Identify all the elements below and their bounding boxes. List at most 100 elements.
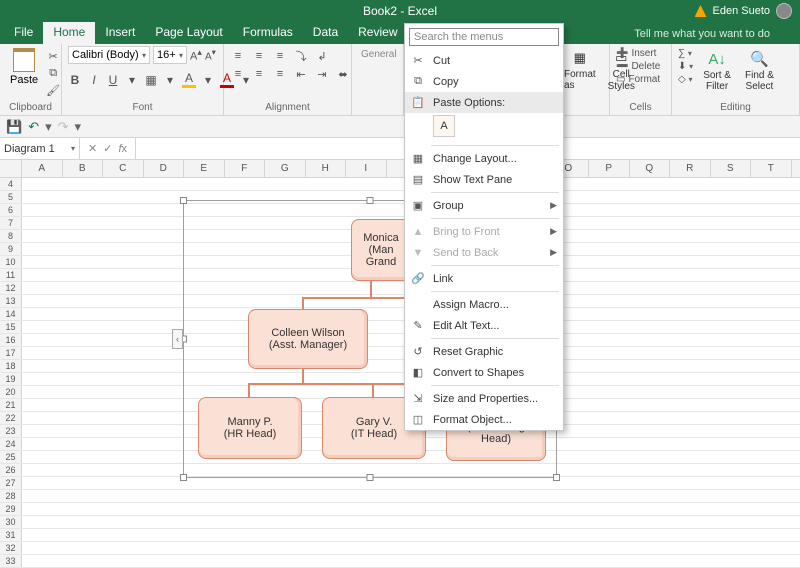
align-bottom-icon[interactable]: ≡	[272, 49, 288, 63]
row-header[interactable]: 7	[0, 217, 22, 229]
row-header[interactable]: 23	[0, 425, 22, 437]
column-header[interactable]: I	[346, 160, 387, 177]
fill-color-button[interactable]: A	[182, 71, 196, 88]
column-header[interactable]: R	[670, 160, 711, 177]
indent-inc-icon[interactable]: ⇥	[314, 67, 330, 81]
cancel-icon[interactable]: ✕	[88, 142, 97, 155]
find-select-button[interactable]: 🔍 Find & Select	[741, 46, 778, 94]
menu-change-layout[interactable]: ▦Change Layout...	[405, 148, 563, 169]
border-button[interactable]: ▦	[144, 73, 158, 87]
indent-dec-icon[interactable]: ⇤	[293, 67, 309, 81]
bold-button[interactable]: B	[68, 73, 82, 87]
align-top-icon[interactable]: ≡	[230, 49, 246, 63]
sort-filter-button[interactable]: A↓ Sort & Filter	[699, 46, 735, 94]
menu-convert-shapes[interactable]: ◧Convert to Shapes	[405, 362, 563, 383]
org-node-m1[interactable]: Colleen Wilson (Asst. Manager)	[248, 309, 368, 369]
row-header[interactable]: 10	[0, 256, 22, 268]
row-header[interactable]: 32	[0, 542, 22, 554]
column-header[interactable]: E	[184, 160, 225, 177]
user-area[interactable]: Eden Sueto	[695, 3, 793, 19]
format-cells-button[interactable]: ▭Format	[616, 74, 660, 85]
column-header[interactable]: B	[63, 160, 104, 177]
shrink-font-icon[interactable]: A▾	[205, 47, 216, 62]
row-header[interactable]: 27	[0, 477, 22, 489]
resize-handle[interactable]	[553, 474, 560, 481]
resize-handle[interactable]	[180, 197, 187, 204]
row-header[interactable]: 6	[0, 204, 22, 216]
align-center-icon[interactable]: ≡	[251, 67, 267, 81]
row-header[interactable]: 29	[0, 503, 22, 515]
column-header[interactable]: S	[711, 160, 752, 177]
tab-file[interactable]: File	[4, 21, 43, 44]
avatar[interactable]	[776, 3, 792, 19]
row-header[interactable]: 4	[0, 178, 22, 190]
clear-button[interactable]: ◇ ▾	[678, 74, 693, 85]
row-header[interactable]: 26	[0, 464, 22, 476]
paste-button[interactable]: Paste	[6, 46, 42, 88]
row-header[interactable]: 15	[0, 321, 22, 333]
row-header[interactable]: 20	[0, 386, 22, 398]
resize-handle[interactable]	[367, 474, 374, 481]
menu-assign-macro[interactable]: Assign Macro...	[405, 294, 563, 315]
menu-edit-alt-text[interactable]: ✎Edit Alt Text...	[405, 315, 563, 336]
save-icon[interactable]: 💾	[6, 119, 22, 135]
tab-insert[interactable]: Insert	[95, 21, 145, 44]
cut-icon[interactable]: ✂	[46, 49, 60, 63]
row-header[interactable]: 17	[0, 347, 22, 359]
menu-copy[interactable]: ⧉Copy	[405, 71, 563, 92]
paste-option-keep[interactable]: A	[433, 115, 455, 137]
row-header[interactable]: 21	[0, 399, 22, 411]
menu-search[interactable]: Search the menus	[409, 28, 559, 46]
text-pane-toggle[interactable]: ‹	[172, 329, 183, 349]
column-header[interactable]: C	[103, 160, 144, 177]
italic-button[interactable]: I	[87, 73, 101, 87]
underline-button[interactable]: U	[106, 73, 120, 87]
tab-review[interactable]: Review	[348, 21, 407, 44]
name-box[interactable]: Diagram 1▾	[0, 138, 80, 159]
fill-menu[interactable]: ▾	[201, 73, 215, 87]
column-header[interactable]: F	[225, 160, 266, 177]
resize-handle[interactable]	[180, 474, 187, 481]
wrap-text-icon[interactable]: ↲	[314, 49, 330, 63]
border-menu[interactable]: ▾	[163, 73, 177, 87]
row-header[interactable]: 16	[0, 334, 22, 346]
copy-icon[interactable]: ⧉	[46, 66, 60, 80]
menu-format-object[interactable]: ◫Format Object...	[405, 409, 563, 430]
align-right-icon[interactable]: ≡	[272, 67, 288, 81]
tab-home[interactable]: Home	[43, 21, 95, 44]
column-header[interactable]: A	[22, 160, 63, 177]
align-left-icon[interactable]: ≡	[230, 67, 246, 81]
column-header[interactable]: Q	[630, 160, 671, 177]
tab-page-layout[interactable]: Page Layout	[145, 21, 232, 44]
row-header[interactable]: 5	[0, 191, 22, 203]
org-node-top[interactable]: Monica (Man Grand	[351, 219, 411, 281]
menu-reset-graphic[interactable]: ↺Reset Graphic	[405, 341, 563, 362]
menu-paste-options[interactable]: 📋Paste Options:	[405, 92, 563, 113]
merge-icon[interactable]: ⬌	[335, 67, 351, 81]
row-header[interactable]: 18	[0, 360, 22, 372]
row-header[interactable]: 8	[0, 230, 22, 242]
row-header[interactable]: 12	[0, 282, 22, 294]
row-header[interactable]: 14	[0, 308, 22, 320]
fx-icon[interactable]: fx	[118, 143, 127, 155]
autosum-button[interactable]: ∑ ▾	[678, 48, 693, 59]
select-all-corner[interactable]	[0, 160, 22, 177]
font-name-combo[interactable]: Calibri (Body)▾	[68, 46, 150, 64]
font-size-combo[interactable]: 16+▾	[153, 46, 187, 64]
column-header[interactable]: T	[751, 160, 792, 177]
format-painter-icon[interactable]: 🖌	[46, 83, 60, 97]
orientation-icon[interactable]: ⤵	[293, 49, 309, 63]
row-header[interactable]: 22	[0, 412, 22, 424]
row-header[interactable]: 24	[0, 438, 22, 450]
align-middle-icon[interactable]: ≡	[251, 49, 267, 63]
menu-group[interactable]: ▣Group▶	[405, 195, 563, 216]
enter-icon[interactable]: ✓	[103, 142, 112, 155]
row-header[interactable]: 13	[0, 295, 22, 307]
number-format-combo[interactable]: General	[358, 48, 404, 61]
undo-icon[interactable]: ↶	[28, 119, 39, 135]
insert-cells-button[interactable]: ➕Insert	[616, 48, 660, 59]
row-header[interactable]: 9	[0, 243, 22, 255]
row-header[interactable]: 33	[0, 555, 22, 567]
row-header[interactable]: 19	[0, 373, 22, 385]
column-header[interactable]: G	[265, 160, 306, 177]
